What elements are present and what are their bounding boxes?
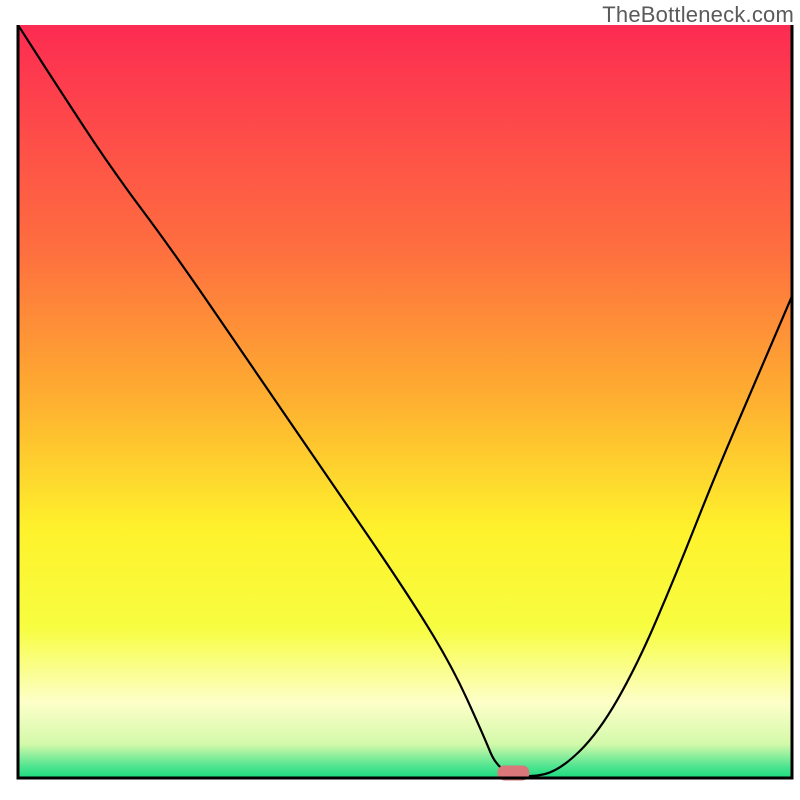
chart-container: TheBottleneck.com (0, 0, 800, 800)
watermark-label: TheBottleneck.com (602, 2, 794, 28)
bottleneck-chart (0, 0, 800, 800)
gradient-background (18, 25, 792, 778)
